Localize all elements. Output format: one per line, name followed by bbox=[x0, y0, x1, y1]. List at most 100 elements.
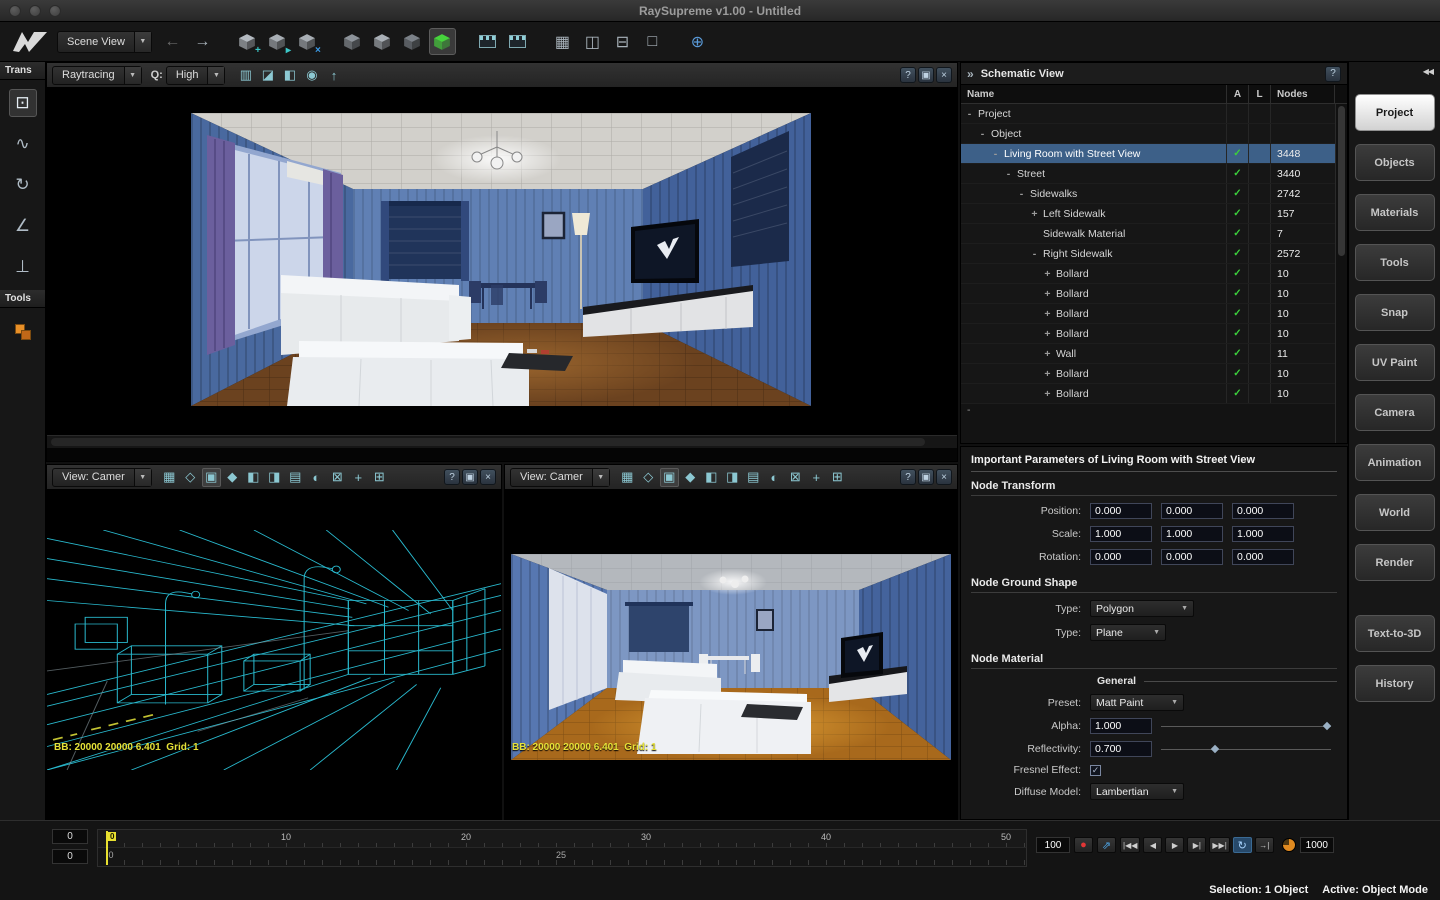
playhead[interactable]: 0 bbox=[106, 831, 108, 865]
lock-cell[interactable] bbox=[1249, 184, 1271, 203]
active-check[interactable]: ✓ bbox=[1227, 384, 1249, 403]
expand-all-icon[interactable]: » bbox=[967, 67, 974, 81]
detach-button[interactable]: ▣ bbox=[918, 67, 934, 83]
rotation-z-field[interactable] bbox=[1232, 549, 1294, 565]
reflectivity-slider[interactable] bbox=[1161, 749, 1331, 750]
lock-cell[interactable] bbox=[1249, 164, 1271, 183]
collapse-icon[interactable]: - bbox=[991, 148, 1000, 160]
range-start-field[interactable]: 0 bbox=[52, 829, 88, 844]
close-window-button[interactable] bbox=[9, 5, 21, 17]
expand-icon[interactable]: + bbox=[1030, 208, 1039, 220]
column-nodes[interactable]: Nodes bbox=[1271, 85, 1335, 103]
rotation-x-field[interactable] bbox=[1090, 549, 1152, 565]
horizontal-scrollbar[interactable] bbox=[47, 435, 957, 448]
quality-dropdown[interactable]: High ▼ bbox=[166, 66, 226, 85]
measure-icon[interactable]: ∠ bbox=[9, 212, 37, 240]
cube-solid-icon[interactable] bbox=[339, 28, 366, 55]
motion-icon[interactable]: ⇗ bbox=[1097, 837, 1116, 853]
active-check[interactable]: ✓ bbox=[1227, 244, 1249, 263]
layout-rows-icon[interactable]: ⊟ bbox=[609, 28, 636, 55]
expand-icon[interactable]: + bbox=[1043, 268, 1052, 280]
close-button[interactable]: × bbox=[936, 67, 952, 83]
cube-shaded-icon[interactable] bbox=[369, 28, 396, 55]
lock-cell[interactable] bbox=[1249, 344, 1271, 363]
collapse-panel-icon[interactable]: ◀◀ bbox=[1423, 67, 1433, 76]
tree-row[interactable]: +Wall✓11 bbox=[961, 344, 1335, 364]
help-button[interactable]: ? bbox=[444, 469, 460, 485]
texture-icon[interactable]: ▤ bbox=[744, 468, 763, 487]
scale-x-field[interactable] bbox=[1090, 526, 1152, 542]
preview-canvas[interactable]: BB: 20000 20000 6.401 Grid: 1 bbox=[505, 490, 957, 819]
raytracing-canvas[interactable] bbox=[47, 88, 957, 448]
rail-button-materials[interactable]: Materials bbox=[1355, 194, 1435, 231]
wire-cube-icon[interactable]: ◇ bbox=[181, 468, 200, 487]
layout-quad-icon[interactable]: ▦ bbox=[549, 28, 576, 55]
active-check[interactable]: ✓ bbox=[1227, 324, 1249, 343]
zoom-window-button[interactable] bbox=[49, 5, 61, 17]
cull-icon[interactable]: ⊠ bbox=[786, 468, 805, 487]
active-check[interactable] bbox=[1227, 124, 1249, 143]
sphere-icon[interactable]: ◐ bbox=[765, 468, 784, 487]
rail-button-project[interactable]: Project bbox=[1355, 94, 1435, 131]
view-dropdown[interactable]: View: Camer ▼ bbox=[510, 468, 610, 487]
end-frame-field[interactable]: 1000 bbox=[1300, 837, 1334, 853]
reflectivity-field[interactable] bbox=[1090, 741, 1152, 757]
tree-row[interactable]: +Left Sidewalk✓157 bbox=[961, 204, 1335, 224]
active-check[interactable]: ✓ bbox=[1227, 144, 1249, 163]
node-icon[interactable]: ◉ bbox=[302, 66, 321, 85]
preset-dropdown[interactable]: Matt Paint ▼ bbox=[1090, 694, 1184, 711]
clapper-icon[interactable]: ◪ bbox=[258, 66, 277, 85]
redo-icon[interactable]: → bbox=[189, 28, 216, 55]
minimize-window-button[interactable] bbox=[29, 5, 41, 17]
tree-row[interactable]: -Sidewalks✓2742 bbox=[961, 184, 1335, 204]
column-active[interactable]: A bbox=[1227, 85, 1249, 103]
column-lock[interactable]: L bbox=[1249, 85, 1271, 103]
scene-view-dropdown[interactable]: Scene View ▼ bbox=[57, 31, 152, 53]
position-x-field[interactable] bbox=[1090, 503, 1152, 519]
frame-forward-button[interactable]: ▶| bbox=[1187, 837, 1206, 853]
sphere-icon[interactable]: ◐ bbox=[307, 468, 326, 487]
lock-cell[interactable] bbox=[1249, 284, 1271, 303]
clapper-icon[interactable] bbox=[474, 28, 501, 55]
duplicate-cube-icon[interactable]: ▸ bbox=[264, 28, 291, 55]
column-name[interactable]: Name bbox=[961, 85, 1227, 103]
add-cube-icon[interactable]: + bbox=[234, 28, 261, 55]
tree-row[interactable]: +Bollard✓10 bbox=[961, 264, 1335, 284]
lock-cell[interactable] bbox=[1249, 384, 1271, 403]
position-z-field[interactable] bbox=[1232, 503, 1294, 519]
collapse-icon[interactable]: - bbox=[1030, 248, 1039, 260]
undo-icon[interactable]: ← bbox=[159, 28, 186, 55]
clapper-add-icon[interactable] bbox=[504, 28, 531, 55]
grid-icon[interactable]: ▦ bbox=[160, 468, 179, 487]
active-check[interactable]: ✓ bbox=[1227, 284, 1249, 303]
active-check[interactable]: ✓ bbox=[1227, 204, 1249, 223]
ground-type-dropdown[interactable]: Polygon ▼ bbox=[1090, 600, 1194, 617]
position-y-field[interactable] bbox=[1161, 503, 1223, 519]
select-icon[interactable]: ⊡ bbox=[9, 89, 37, 117]
half-cube-icon[interactable]: ◧ bbox=[702, 468, 721, 487]
alpha-field[interactable] bbox=[1090, 718, 1152, 734]
cube-active-icon[interactable] bbox=[429, 28, 456, 55]
collapse-icon[interactable]: - bbox=[978, 128, 987, 140]
active-check[interactable]: ✓ bbox=[1227, 344, 1249, 363]
lock-cell[interactable] bbox=[1249, 264, 1271, 283]
expand-icon[interactable]: + bbox=[1043, 388, 1052, 400]
lock-cell[interactable] bbox=[1249, 304, 1271, 323]
tree-row[interactable]: +Bollard✓10 bbox=[961, 384, 1335, 404]
tree-row[interactable]: +Bollard✓10 bbox=[961, 324, 1335, 344]
tree-row[interactable]: -Object bbox=[961, 124, 1335, 144]
rail-button-text-to-3d[interactable]: Text-to-3D bbox=[1355, 615, 1435, 652]
axis-icon[interactable]: ⊥ bbox=[9, 253, 37, 281]
render-mode-dropdown[interactable]: Raytracing ▼ bbox=[52, 66, 142, 85]
rail-button-animation[interactable]: Animation bbox=[1355, 444, 1435, 481]
layout-split-icon[interactable]: ◫ bbox=[579, 28, 606, 55]
range-start-sub-field[interactable]: 0 bbox=[52, 849, 88, 864]
rail-button-tools[interactable]: Tools bbox=[1355, 244, 1435, 281]
active-check[interactable]: ✓ bbox=[1227, 264, 1249, 283]
rotation-y-field[interactable] bbox=[1161, 549, 1223, 565]
export-icon[interactable]: ↑ bbox=[324, 66, 343, 85]
view-dropdown[interactable]: View: Camer ▼ bbox=[52, 468, 152, 487]
close-button[interactable]: × bbox=[480, 469, 496, 485]
help-button[interactable]: ? bbox=[900, 67, 916, 83]
wire-cube-icon[interactable]: ◇ bbox=[639, 468, 658, 487]
